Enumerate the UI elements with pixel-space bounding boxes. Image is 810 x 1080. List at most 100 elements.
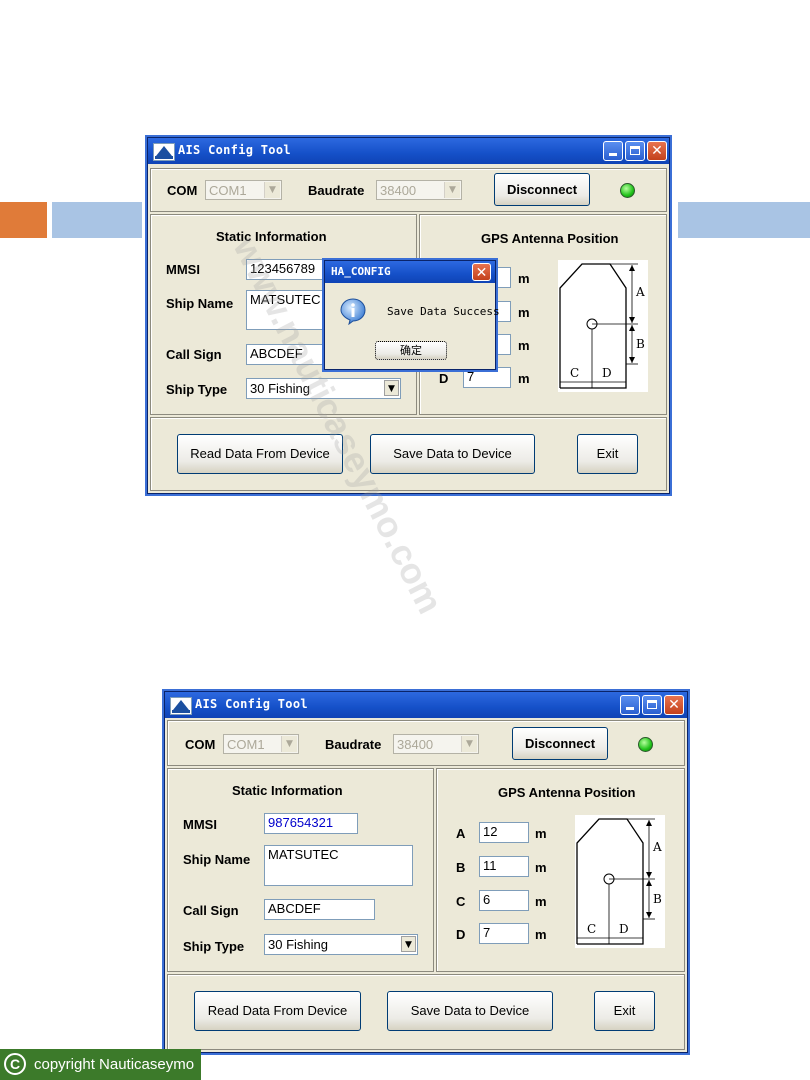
chevron-down-icon: ▼ (264, 182, 280, 198)
chevron-down-icon: ▼ (444, 182, 460, 198)
gps-d-label: D (456, 927, 466, 942)
gps-a-unit: m (535, 826, 547, 841)
baudrate-select[interactable]: 38400 ▼ (393, 734, 479, 754)
minimize-button[interactable] (620, 695, 640, 715)
ship-type-label: Ship Type (183, 939, 245, 954)
ship-name-label: Ship Name (166, 296, 234, 311)
static-info-title: Static Information (232, 783, 343, 798)
ais-config-window-2: AIS Config Tool ✕ COM COM1 ▼ Baudrate 38… (164, 691, 688, 1053)
call-sign-label: Call Sign (166, 347, 222, 362)
dialog-titlebar[interactable]: HA_CONFIG ✕ (325, 261, 495, 283)
save-data-button[interactable]: Save Data to Device (387, 991, 553, 1031)
connection-status-led (638, 737, 653, 752)
accent-bar-orange (0, 202, 47, 238)
ship-antenna-diagram: C D A B (575, 815, 665, 948)
diagram-label-b: B (653, 892, 662, 906)
ship-logo-icon (170, 697, 192, 715)
gps-b-unit: m (535, 860, 547, 875)
maximize-icon (630, 146, 640, 155)
ship-type-select-value: 30 Fishing (268, 937, 328, 952)
gps-b-input[interactable]: 11 (479, 856, 529, 877)
mmsi-label: MMSI (183, 817, 217, 832)
close-button[interactable]: ✕ (647, 141, 667, 161)
close-icon: ✕ (668, 697, 680, 713)
com-label: COM (185, 737, 216, 752)
ship-logo-icon (153, 143, 175, 161)
maximize-icon (647, 700, 657, 709)
exit-button[interactable]: Exit (577, 434, 638, 474)
com-select[interactable]: COM1 ▼ (223, 734, 299, 754)
gps-b-unit: m (518, 305, 530, 320)
baudrate-select-value: 38400 (380, 183, 417, 198)
com-label: COM (167, 183, 198, 198)
call-sign-label: Call Sign (183, 903, 239, 918)
ship-name-input[interactable]: MATSUTEC (264, 845, 413, 886)
dialog-close-button[interactable]: ✕ (472, 263, 491, 281)
chevron-down-icon: ▼ (281, 736, 297, 752)
ship-type-label: Ship Type (166, 382, 228, 397)
gps-c-unit: m (535, 894, 547, 909)
connection-status-led (620, 183, 635, 198)
maximize-button[interactable] (642, 695, 662, 715)
window-titlebar[interactable]: AIS Config Tool ✕ (148, 138, 669, 164)
gps-d-unit: m (518, 371, 530, 386)
ok-button[interactable]: 确定 (375, 341, 447, 360)
window-title: AIS Config Tool (195, 697, 308, 711)
gps-d-label: D (439, 371, 449, 386)
gps-d-input[interactable]: 7 (479, 923, 529, 944)
baudrate-select-value: 38400 (397, 737, 434, 752)
chevron-down-icon: ▼ (401, 936, 416, 952)
baudrate-label: Baudrate (308, 183, 365, 198)
diagram-label-d: D (602, 366, 612, 380)
dialog-title: HA_CONFIG (331, 265, 391, 278)
disconnect-button[interactable]: Disconnect (494, 173, 590, 206)
gps-c-label: C (456, 894, 466, 909)
static-info-title: Static Information (216, 229, 327, 244)
diagram-label-b: B (636, 337, 645, 351)
diagram-label-c: C (587, 922, 596, 936)
com-select[interactable]: COM1 ▼ (205, 180, 282, 200)
read-data-button[interactable]: Read Data From Device (177, 434, 343, 474)
gps-a-unit: m (518, 271, 530, 286)
save-data-button[interactable]: Save Data to Device (370, 434, 535, 474)
diagram-label-c: C (570, 366, 579, 380)
com-select-value: COM1 (227, 737, 265, 752)
gps-c-input[interactable]: 6 (479, 890, 529, 911)
disconnect-button[interactable]: Disconnect (512, 727, 608, 760)
gps-d-input[interactable]: 7 (463, 367, 511, 388)
gps-c-unit: m (518, 338, 530, 353)
gps-antenna-title: GPS Antenna Position (498, 785, 636, 800)
ship-name-label: Ship Name (183, 852, 251, 867)
gps-b-label: B (456, 860, 466, 875)
close-button[interactable]: ✕ (664, 695, 684, 715)
copyright-icon: C (4, 1053, 26, 1075)
window-title: AIS Config Tool (178, 143, 291, 157)
ship-antenna-diagram: C D A B (558, 260, 648, 392)
chevron-down-icon: ▼ (461, 736, 477, 752)
diagram-label-a: A (635, 285, 645, 299)
minimize-button[interactable] (603, 141, 623, 161)
window-titlebar[interactable]: AIS Config Tool ✕ (165, 692, 687, 718)
call-sign-input[interactable]: ABCDEF (264, 899, 375, 920)
info-icon (339, 297, 367, 326)
maximize-button[interactable] (625, 141, 645, 161)
mmsi-input[interactable]: 987654321 (264, 813, 358, 834)
gps-a-label: A (456, 826, 466, 841)
gps-a-input[interactable]: 12 (479, 822, 529, 843)
dialog-message: Save Data Success (387, 305, 500, 318)
exit-button[interactable]: Exit (594, 991, 655, 1031)
com-select-value: COM1 (209, 183, 247, 198)
minimize-icon (609, 153, 617, 156)
minimize-icon (626, 707, 634, 710)
mmsi-label: MMSI (166, 262, 200, 277)
diagram-label-d: D (619, 922, 629, 936)
gps-d-unit: m (535, 927, 547, 942)
close-icon: ✕ (475, 265, 488, 281)
ship-type-select[interactable]: 30 Fishing ▼ (264, 934, 418, 955)
baudrate-select[interactable]: 38400 ▼ (376, 180, 462, 200)
diagram-label-a: A (652, 840, 662, 854)
read-data-button[interactable]: Read Data From Device (194, 991, 361, 1031)
close-icon: ✕ (651, 143, 663, 159)
copyright-badge: C copyright Nauticaseymo (0, 1049, 201, 1080)
baudrate-label: Baudrate (325, 737, 382, 752)
